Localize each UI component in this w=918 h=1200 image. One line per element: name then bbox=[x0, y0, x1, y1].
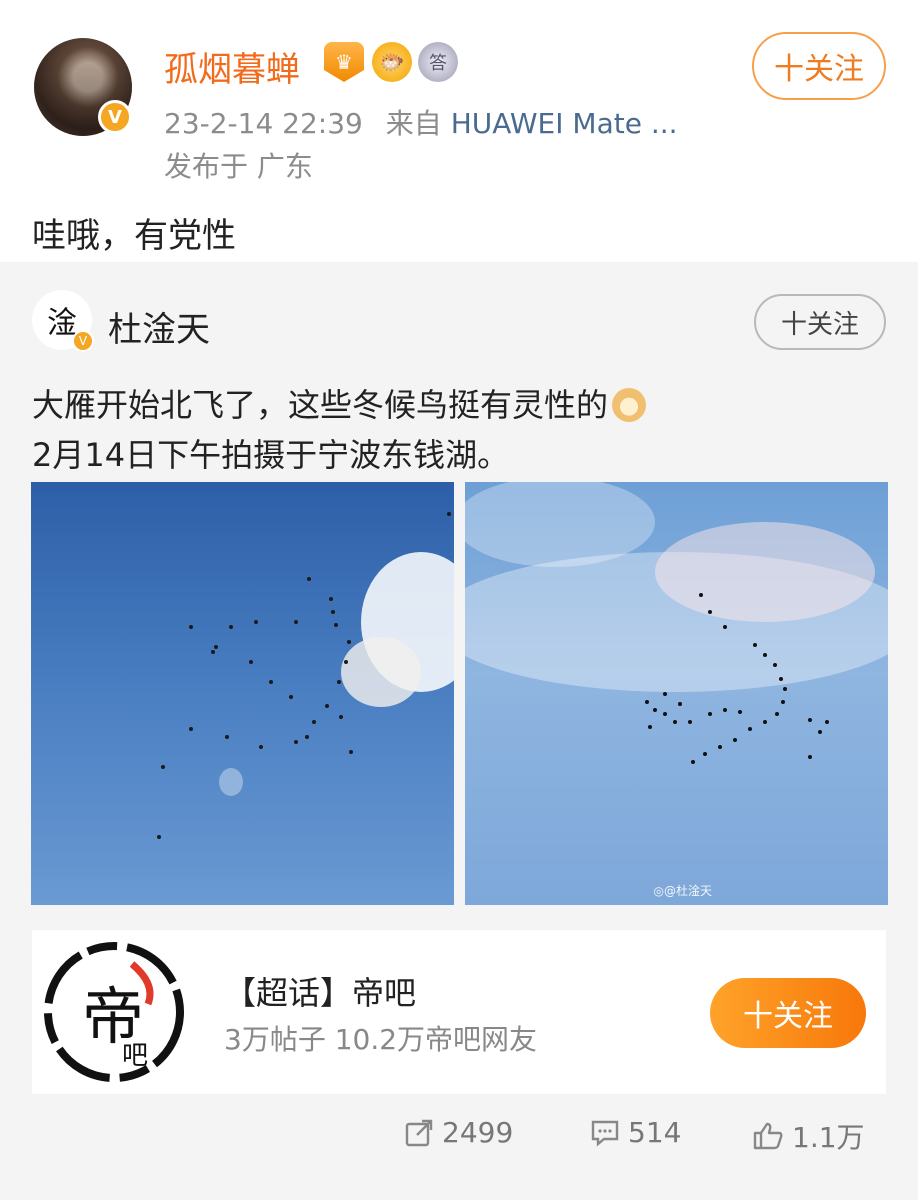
doge-emoji-icon bbox=[612, 388, 647, 422]
source-device[interactable]: HUAWEI Mate ... bbox=[451, 107, 678, 140]
thumbs-up-icon bbox=[753, 1122, 783, 1150]
comment-count: 514 bbox=[628, 1116, 682, 1149]
share-action[interactable]: 2499 bbox=[404, 1116, 513, 1149]
repost-text-line1: 大雁开始北飞了，这些冬候鸟挺有灵性的 bbox=[32, 380, 647, 426]
follow-button[interactable]: 十关注 bbox=[752, 32, 886, 100]
post-text: 哇哦，有党性 bbox=[32, 216, 236, 256]
username[interactable]: 孤烟暮蝉 bbox=[164, 42, 300, 91]
share-icon bbox=[405, 1119, 433, 1146]
watermark: ◎@杜淦天 bbox=[653, 884, 712, 898]
repost-text-line1-content: 大雁开始北飞了，这些冬候鸟挺有灵性的 bbox=[32, 386, 609, 424]
repost-follow-button[interactable]: 十关注 bbox=[754, 294, 886, 350]
post-location: 发布于 广东 bbox=[164, 150, 313, 183]
comment-action[interactable]: 514 bbox=[590, 1116, 681, 1149]
source-prefix: 来自 bbox=[385, 107, 442, 140]
vip-badge-icon: ♛ bbox=[324, 42, 364, 82]
like-count: 1.1万 bbox=[792, 1121, 865, 1154]
like-action[interactable]: 1.1万 bbox=[752, 1116, 865, 1156]
medal-badge-icon: 答 bbox=[418, 42, 458, 82]
topic-follow-button[interactable]: 十关注 bbox=[710, 978, 866, 1048]
verified-badge-icon: V bbox=[98, 100, 132, 134]
repost-verified-badge-icon: V bbox=[72, 330, 94, 352]
post-timestamp: 23-2-14 22:39 bbox=[164, 107, 363, 140]
fish-badge-icon: 🐡 bbox=[372, 42, 412, 82]
topic-logo-sub: 吧 bbox=[122, 1041, 148, 1071]
repost-username[interactable]: 杜淦天 bbox=[108, 302, 210, 351]
photo-geese-2[interactable]: ◎@杜淦天 bbox=[465, 482, 888, 905]
repost-text-line2: 2月14日下午拍摄于宁波东钱湖。 bbox=[32, 436, 510, 474]
comment-icon bbox=[591, 1120, 619, 1147]
post-meta: 23-2-14 22:39 来自 HUAWEI Mate ... bbox=[164, 102, 678, 142]
photo-geese-1[interactable] bbox=[31, 482, 454, 905]
topic-title[interactable]: 【超话】帝吧 bbox=[224, 968, 416, 1014]
topic-logo[interactable]: 帝 吧 bbox=[36, 934, 192, 1090]
topic-stats: 3万帖子 10.2万帝吧网友 bbox=[224, 1023, 538, 1056]
share-count: 2499 bbox=[442, 1116, 514, 1149]
